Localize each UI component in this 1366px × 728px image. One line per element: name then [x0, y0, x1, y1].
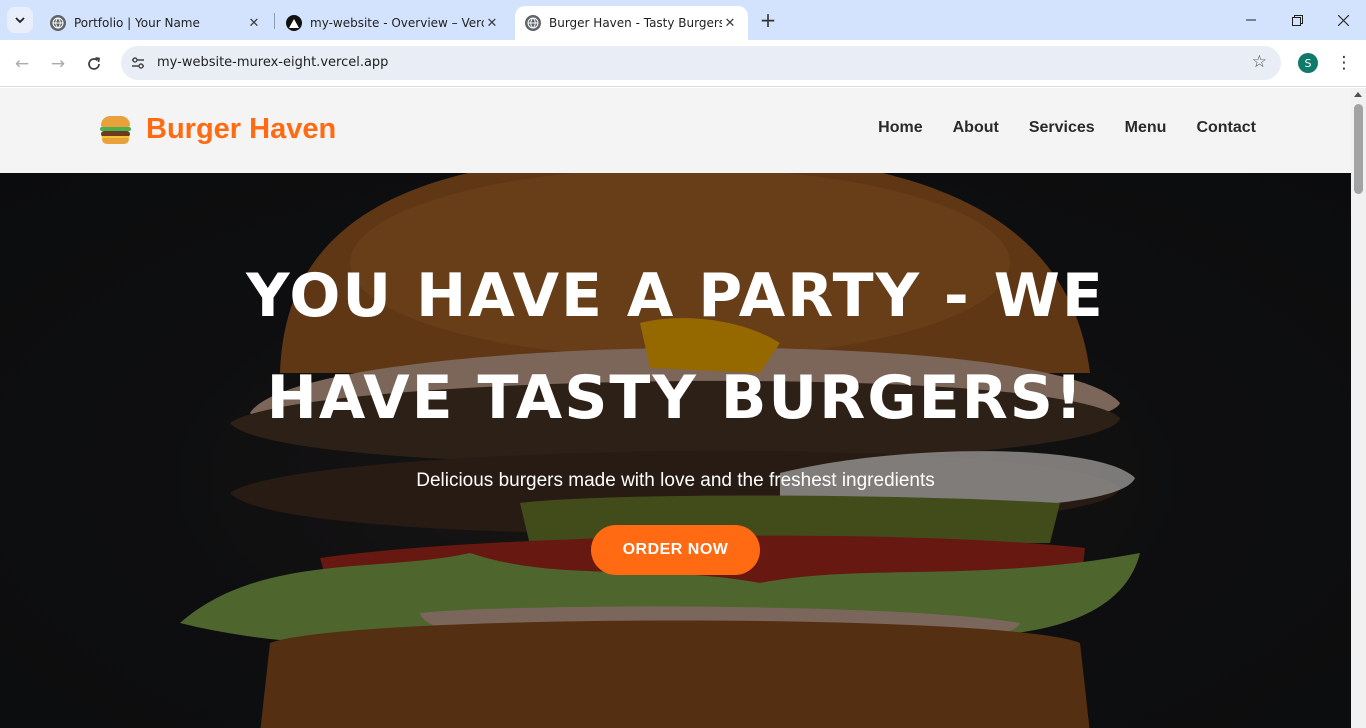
- scrollbar-thumb[interactable]: [1354, 104, 1363, 194]
- close-window-button[interactable]: [1320, 0, 1366, 40]
- restore-icon: [1291, 14, 1303, 26]
- site-info-icon[interactable]: [129, 54, 147, 72]
- scroll-up-arrow-icon[interactable]: [1354, 92, 1362, 97]
- globe-icon: [525, 15, 541, 31]
- nav-menu[interactable]: Menu: [1125, 119, 1167, 137]
- arrow-left-icon: ←: [14, 54, 30, 74]
- tab-search-button[interactable]: [7, 7, 33, 33]
- reload-button[interactable]: [82, 52, 106, 76]
- globe-icon: [50, 15, 66, 31]
- tab-title: my-website - Overview – Vercel: [310, 16, 484, 30]
- tab-portfolio[interactable]: Portfolio | Your Name ✕: [40, 6, 272, 40]
- back-button[interactable]: ←: [10, 52, 34, 76]
- order-now-button[interactable]: ORDER NOW: [591, 525, 760, 575]
- profile-avatar[interactable]: S: [1298, 53, 1318, 73]
- close-icon: [1337, 14, 1349, 26]
- restore-button[interactable]: [1274, 0, 1320, 40]
- nav-contact[interactable]: Contact: [1196, 119, 1256, 137]
- address-bar[interactable]: my-website-murex-eight.vercel.app ☆: [121, 46, 1281, 80]
- chevron-down-icon: [15, 17, 25, 24]
- site-brand[interactable]: Burger Haven: [100, 113, 336, 146]
- arrow-right-icon: →: [50, 54, 66, 74]
- nav-about[interactable]: About: [953, 119, 999, 137]
- nav-home[interactable]: Home: [878, 119, 922, 137]
- tab-divider: [274, 13, 275, 29]
- new-tab-button[interactable]: +: [757, 8, 779, 32]
- browser-tab-strip: Portfolio | Your Name ✕ my-website - Ove…: [0, 0, 1366, 40]
- hero-subtitle: Delicious burgers made with love and the…: [416, 470, 935, 491]
- hero-title: YOU HAVE A PARTY - WE HAVE TASTY BURGERS…: [246, 261, 1105, 433]
- browser-toolbar: ← → my-website-murex-eight.vercel.app ☆ …: [0, 40, 1366, 87]
- main-nav: Home About Services Menu Contact: [878, 119, 1256, 137]
- forward-button[interactable]: →: [46, 52, 70, 76]
- page-viewport: Burger Haven Home About Services Menu Co…: [0, 88, 1351, 728]
- tab-vercel-overview[interactable]: my-website - Overview – Vercel ✕: [276, 6, 510, 40]
- vercel-triangle-icon: [286, 15, 302, 31]
- page-scrollbar[interactable]: [1351, 88, 1366, 728]
- tab-title: Portfolio | Your Name: [74, 16, 200, 30]
- tab-title: Burger Haven - Tasty Burgers!: [549, 16, 722, 30]
- burger-icon: [100, 114, 131, 146]
- close-tab-icon[interactable]: ✕: [246, 15, 262, 31]
- hero-section: YOU HAVE A PARTY - WE HAVE TASTY BURGERS…: [0, 173, 1351, 728]
- url-text[interactable]: my-website-murex-eight.vercel.app: [157, 55, 388, 70]
- reload-icon: [88, 57, 100, 70]
- close-tab-icon[interactable]: ✕: [722, 15, 738, 31]
- site-header: Burger Haven Home About Services Menu Co…: [0, 88, 1351, 173]
- more-menu-icon[interactable]: ⋮: [1334, 52, 1354, 74]
- nav-services[interactable]: Services: [1029, 119, 1095, 137]
- minimize-button[interactable]: [1228, 0, 1274, 40]
- minimize-icon: [1246, 19, 1256, 21]
- brand-name: Burger Haven: [146, 113, 337, 145]
- tab-burger-haven[interactable]: Burger Haven - Tasty Burgers! ✕: [515, 6, 748, 40]
- close-tab-icon[interactable]: ✕: [484, 15, 500, 31]
- bookmark-star-icon[interactable]: ☆: [1252, 52, 1267, 72]
- plus-icon: +: [759, 8, 777, 32]
